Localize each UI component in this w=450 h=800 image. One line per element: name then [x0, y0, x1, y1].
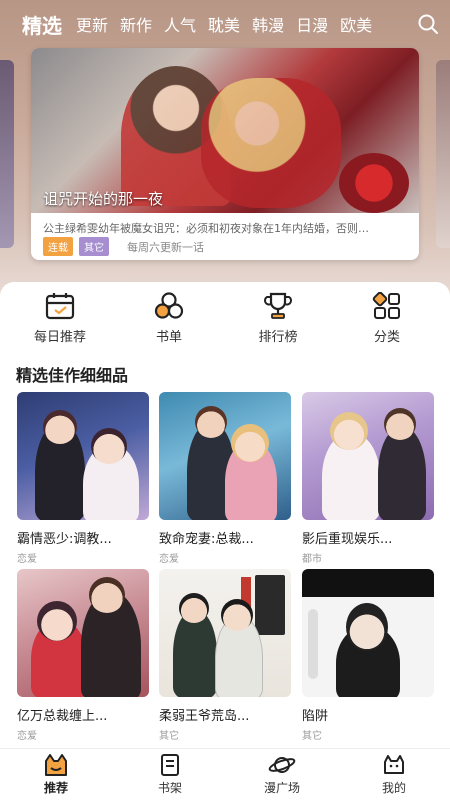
- comic-genre: 恋爱: [17, 731, 37, 742]
- tab-featured[interactable]: 精选: [22, 10, 62, 39]
- genre-badge: 其它: [79, 237, 109, 256]
- category-label: 分类: [373, 330, 400, 345]
- comic-genre: 恋爱: [17, 554, 37, 565]
- tab-new[interactable]: 新作: [120, 12, 152, 36]
- daily-recommend-button[interactable]: 每日推荐: [15, 292, 105, 345]
- comic-title: 影后重现娱乐...: [302, 532, 393, 547]
- tab-japanese[interactable]: 日漫: [296, 12, 328, 36]
- comic-title: 霸情恶少:调教...: [17, 532, 112, 547]
- comic-title: 致命宠妻:总裁...: [159, 532, 254, 547]
- banner-title: 诅咒开始的那一夜: [43, 190, 164, 208]
- calendar-icon: [45, 293, 75, 320]
- comic-card[interactable]: 霸情恶少:调教... 恋爱: [17, 392, 149, 565]
- comic-title: 柔弱王爷荒岛...: [159, 709, 250, 724]
- tab-popular[interactable]: 人气: [164, 12, 196, 36]
- comic-genre: 其它: [159, 731, 179, 742]
- bookshelf-icon: [161, 754, 179, 776]
- trophy-icon: [264, 292, 292, 319]
- comic-cover: [302, 569, 434, 697]
- planet-icon: [268, 757, 296, 773]
- tab-profile[interactable]: 我的: [364, 753, 424, 796]
- search-icon[interactable]: [416, 12, 440, 36]
- booklist-button[interactable]: 书单: [124, 292, 214, 345]
- quick-nav: 每日推荐 书单 排行榜 分类: [0, 292, 450, 356]
- daily-recommend-label: 每日推荐: [33, 330, 86, 345]
- tab-western[interactable]: 欧美: [340, 12, 372, 36]
- category-button[interactable]: 分类: [342, 292, 432, 345]
- booklist-label: 书单: [155, 330, 182, 345]
- banner-tags: 连载 其它 每周六更新一话: [43, 237, 204, 256]
- comic-card[interactable]: 柔弱王爷荒岛... 其它: [159, 569, 291, 742]
- comic-card[interactable]: 致命宠妻:总裁... 恋爱: [159, 392, 291, 565]
- tab-comic-plaza-label: 漫广场: [263, 781, 300, 795]
- grid-icon: [372, 292, 400, 319]
- comic-title: 陷阱: [302, 709, 329, 724]
- comic-genre: 都市: [302, 554, 322, 565]
- top-category-nav: 精选 更新 新作 人气 耽美 韩漫 日漫 欧美: [0, 0, 450, 48]
- comic-cover: [302, 392, 434, 520]
- bottom-tab-bar: 推荐 书架 漫广场 我的: [0, 748, 450, 800]
- banner-description: 公主绿希雯幼年被魔女诅咒：必须和初夜对象在1年内结婚，否则…: [43, 222, 369, 235]
- tab-bl[interactable]: 耽美: [208, 12, 240, 36]
- profile-cat-icon: [384, 755, 404, 774]
- ranking-label: 排行榜: [258, 330, 298, 345]
- home-cat-icon: [45, 754, 67, 776]
- tab-bookshelf[interactable]: 书架: [140, 753, 200, 796]
- ranking-button[interactable]: 排行榜: [233, 292, 323, 345]
- carousel-prev-card[interactable]: [0, 60, 14, 248]
- comic-card[interactable]: 亿万总裁缠上... 恋爱: [17, 569, 149, 742]
- comic-cover: [17, 569, 149, 697]
- carousel-next-card[interactable]: [436, 60, 450, 248]
- featured-banner[interactable]: 诅咒开始的那一夜 公主绿希雯幼年被魔女诅咒：必须和初夜对象在1年内结婚，否则… …: [31, 48, 419, 260]
- comic-cover: [159, 392, 291, 520]
- comic-genre: 恋爱: [159, 554, 179, 565]
- tab-korean[interactable]: 韩漫: [252, 12, 284, 36]
- comic-genre: 其它: [302, 731, 322, 742]
- tab-profile-label: 我的: [381, 781, 406, 795]
- circles-icon: [154, 292, 184, 319]
- tab-comic-plaza[interactable]: 漫广场: [252, 753, 312, 796]
- comic-card[interactable]: 影后重现娱乐... 都市: [302, 392, 434, 565]
- update-schedule: 每周六更新一话: [127, 240, 204, 254]
- comic-cover: [17, 392, 149, 520]
- tab-recommend[interactable]: 推荐: [26, 753, 86, 796]
- comic-cover: [159, 569, 291, 697]
- section-title: 精选佳作细细品: [16, 366, 129, 385]
- comic-card[interactable]: 陷阱 其它: [302, 569, 434, 742]
- status-badge: 连载: [43, 237, 73, 256]
- content-panel: 每日推荐 书单 排行榜 分类 精选佳作细细品 霸情恶少:调教... 恋爱 致命宠…: [0, 282, 450, 800]
- tab-updates[interactable]: 更新: [76, 12, 108, 36]
- tab-bookshelf-label: 书架: [157, 781, 182, 795]
- comic-title: 亿万总裁缠上...: [17, 709, 108, 724]
- tab-recommend-label: 推荐: [43, 781, 68, 795]
